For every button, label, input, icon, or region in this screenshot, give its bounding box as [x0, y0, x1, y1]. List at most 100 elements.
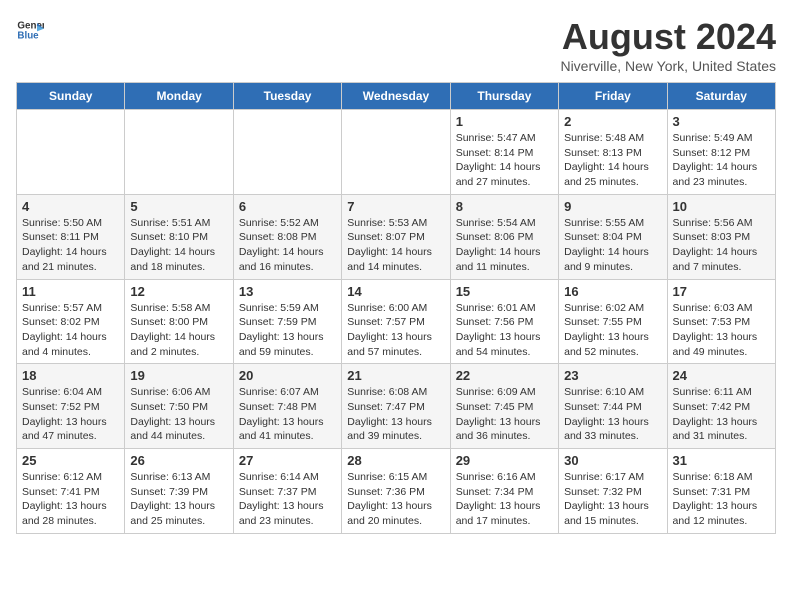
weekday-header-cell: Monday — [125, 83, 233, 110]
calendar-day-cell: 24 Sunrise: 6:11 AM Sunset: 7:42 PM Dayli… — [667, 364, 775, 449]
day-number: 1 — [456, 114, 553, 129]
day-number: 15 — [456, 284, 553, 299]
day-info: Sunrise: 6:09 AM Sunset: 7:45 PM Dayligh… — [456, 385, 553, 444]
calendar-day-cell: 3 Sunrise: 5:49 AM Sunset: 8:12 PM Daylig… — [667, 110, 775, 195]
calendar-day-cell: 6 Sunrise: 5:52 AM Sunset: 8:08 PM Daylig… — [233, 194, 341, 279]
day-number: 4 — [22, 199, 119, 214]
day-number: 21 — [347, 368, 444, 383]
day-number: 7 — [347, 199, 444, 214]
day-info: Sunrise: 6:18 AM Sunset: 7:31 PM Dayligh… — [673, 470, 770, 529]
header: General Blue August 2024 Niverville, New… — [16, 16, 776, 74]
day-info: Sunrise: 5:58 AM Sunset: 8:00 PM Dayligh… — [130, 301, 227, 360]
calendar-day-cell — [342, 110, 450, 195]
day-info: Sunrise: 6:13 AM Sunset: 7:39 PM Dayligh… — [130, 470, 227, 529]
calendar-day-cell: 29 Sunrise: 6:16 AM Sunset: 7:34 PM Dayli… — [450, 449, 558, 534]
calendar-week-row: 11 Sunrise: 5:57 AM Sunset: 8:02 PM Dayli… — [17, 279, 776, 364]
calendar-day-cell: 16Sunrise: 6:02 AM Sunset: 7:55 PM Dayli… — [559, 279, 667, 364]
day-number: 30 — [564, 453, 661, 468]
day-number: 13 — [239, 284, 336, 299]
calendar-day-cell: 26 Sunrise: 6:13 AM Sunset: 7:39 PM Dayli… — [125, 449, 233, 534]
weekday-header-cell: Saturday — [667, 83, 775, 110]
day-number: 22 — [456, 368, 553, 383]
day-number: 26 — [130, 453, 227, 468]
day-info: Sunrise: 5:49 AM Sunset: 8:12 PM Dayligh… — [673, 131, 770, 190]
calendar-day-cell: 22 Sunrise: 6:09 AM Sunset: 7:45 PM Dayli… — [450, 364, 558, 449]
calendar-day-cell: 28 Sunrise: 6:15 AM Sunset: 7:36 PM Dayli… — [342, 449, 450, 534]
calendar-day-cell: 25Sunrise: 6:12 AM Sunset: 7:41 PM Dayli… — [17, 449, 125, 534]
calendar-day-cell: 15 Sunrise: 6:01 AM Sunset: 7:56 PM Dayli… — [450, 279, 558, 364]
day-number: 2 — [564, 114, 661, 129]
calendar-day-cell: 19 Sunrise: 6:06 AM Sunset: 7:50 PM Dayli… — [125, 364, 233, 449]
day-info: Sunrise: 6:06 AM Sunset: 7:50 PM Dayligh… — [130, 385, 227, 444]
day-info: Sunrise: 6:03 AM Sunset: 7:53 PM Dayligh… — [673, 301, 770, 360]
weekday-header-row: SundayMondayTuesdayWednesdayThursdayFrid… — [17, 83, 776, 110]
calendar-week-row: 18Sunrise: 6:04 AM Sunset: 7:52 PM Dayli… — [17, 364, 776, 449]
day-number: 12 — [130, 284, 227, 299]
calendar-day-cell: 23 Sunrise: 6:10 AM Sunset: 7:44 PM Dayli… — [559, 364, 667, 449]
day-info: Sunrise: 6:10 AM Sunset: 7:44 PM Dayligh… — [564, 385, 661, 444]
calendar-body: 1 Sunrise: 5:47 AM Sunset: 8:14 PM Daylig… — [17, 110, 776, 534]
location-subtitle: Niverville, New York, United States — [560, 58, 776, 74]
day-info: Sunrise: 5:50 AM Sunset: 8:11 PM Dayligh… — [22, 216, 119, 275]
calendar-day-cell — [125, 110, 233, 195]
day-info: Sunrise: 5:47 AM Sunset: 8:14 PM Dayligh… — [456, 131, 553, 190]
month-year-title: August 2024 — [560, 16, 776, 58]
day-info: Sunrise: 6:12 AM Sunset: 7:41 PM Dayligh… — [22, 470, 119, 529]
calendar-day-cell: 20 Sunrise: 6:07 AM Sunset: 7:48 PM Dayli… — [233, 364, 341, 449]
day-number: 5 — [130, 199, 227, 214]
day-number: 19 — [130, 368, 227, 383]
day-info: Sunrise: 5:48 AM Sunset: 8:13 PM Dayligh… — [564, 131, 661, 190]
calendar-day-cell: 2 Sunrise: 5:48 AM Sunset: 8:13 PM Daylig… — [559, 110, 667, 195]
calendar-day-cell: 13 Sunrise: 5:59 AM Sunset: 7:59 PM Dayli… — [233, 279, 341, 364]
day-number: 23 — [564, 368, 661, 383]
day-number: 20 — [239, 368, 336, 383]
day-info: Sunrise: 6:15 AM Sunset: 7:36 PM Dayligh… — [347, 470, 444, 529]
day-info: Sunrise: 6:17 AM Sunset: 7:32 PM Dayligh… — [564, 470, 661, 529]
day-number: 27 — [239, 453, 336, 468]
calendar-day-cell: 8Sunrise: 5:54 AM Sunset: 8:06 PM Daylig… — [450, 194, 558, 279]
day-info: Sunrise: 6:01 AM Sunset: 7:56 PM Dayligh… — [456, 301, 553, 360]
day-info: Sunrise: 6:00 AM Sunset: 7:57 PM Dayligh… — [347, 301, 444, 360]
day-info: Sunrise: 6:02 AM Sunset: 7:55 PM Dayligh… — [564, 301, 661, 360]
svg-text:Blue: Blue — [17, 30, 39, 41]
calendar-day-cell: 4 Sunrise: 5:50 AM Sunset: 8:11 PM Daylig… — [17, 194, 125, 279]
day-info: Sunrise: 6:08 AM Sunset: 7:47 PM Dayligh… — [347, 385, 444, 444]
day-number: 17 — [673, 284, 770, 299]
day-number: 31 — [673, 453, 770, 468]
calendar-day-cell: 12 Sunrise: 5:58 AM Sunset: 8:00 PM Dayli… — [125, 279, 233, 364]
day-info: Sunrise: 5:57 AM Sunset: 8:02 PM Dayligh… — [22, 301, 119, 360]
calendar-day-cell: 30 Sunrise: 6:17 AM Sunset: 7:32 PM Dayli… — [559, 449, 667, 534]
calendar-day-cell: 31 Sunrise: 6:18 AM Sunset: 7:31 PM Dayli… — [667, 449, 775, 534]
calendar-day-cell: 5 Sunrise: 5:51 AM Sunset: 8:10 PM Daylig… — [125, 194, 233, 279]
day-info: Sunrise: 5:59 AM Sunset: 7:59 PM Dayligh… — [239, 301, 336, 360]
calendar-day-cell: 1 Sunrise: 5:47 AM Sunset: 8:14 PM Daylig… — [450, 110, 558, 195]
day-number: 24 — [673, 368, 770, 383]
calendar-week-row: 1 Sunrise: 5:47 AM Sunset: 8:14 PM Daylig… — [17, 110, 776, 195]
day-number: 28 — [347, 453, 444, 468]
weekday-header-cell: Tuesday — [233, 83, 341, 110]
calendar-day-cell: 18Sunrise: 6:04 AM Sunset: 7:52 PM Dayli… — [17, 364, 125, 449]
title-area: August 2024 Niverville, New York, United… — [560, 16, 776, 74]
day-number: 11 — [22, 284, 119, 299]
day-number: 6 — [239, 199, 336, 214]
day-number: 10 — [673, 199, 770, 214]
day-number: 29 — [456, 453, 553, 468]
weekday-header-cell: Sunday — [17, 83, 125, 110]
weekday-header-cell: Wednesday — [342, 83, 450, 110]
day-number: 14 — [347, 284, 444, 299]
day-info: Sunrise: 5:52 AM Sunset: 8:08 PM Dayligh… — [239, 216, 336, 275]
calendar-table: SundayMondayTuesdayWednesdayThursdayFrid… — [16, 82, 776, 534]
day-info: Sunrise: 6:11 AM Sunset: 7:42 PM Dayligh… — [673, 385, 770, 444]
calendar-week-row: 4 Sunrise: 5:50 AM Sunset: 8:11 PM Daylig… — [17, 194, 776, 279]
calendar-day-cell: 7Sunrise: 5:53 AM Sunset: 8:07 PM Daylig… — [342, 194, 450, 279]
day-info: Sunrise: 6:16 AM Sunset: 7:34 PM Dayligh… — [456, 470, 553, 529]
day-info: Sunrise: 6:04 AM Sunset: 7:52 PM Dayligh… — [22, 385, 119, 444]
day-number: 3 — [673, 114, 770, 129]
calendar-week-row: 25Sunrise: 6:12 AM Sunset: 7:41 PM Dayli… — [17, 449, 776, 534]
weekday-header-cell: Friday — [559, 83, 667, 110]
day-info: Sunrise: 6:07 AM Sunset: 7:48 PM Dayligh… — [239, 385, 336, 444]
logo: General Blue — [16, 16, 44, 44]
weekday-header-cell: Thursday — [450, 83, 558, 110]
logo-icon: General Blue — [16, 16, 44, 44]
day-info: Sunrise: 5:51 AM Sunset: 8:10 PM Dayligh… — [130, 216, 227, 275]
